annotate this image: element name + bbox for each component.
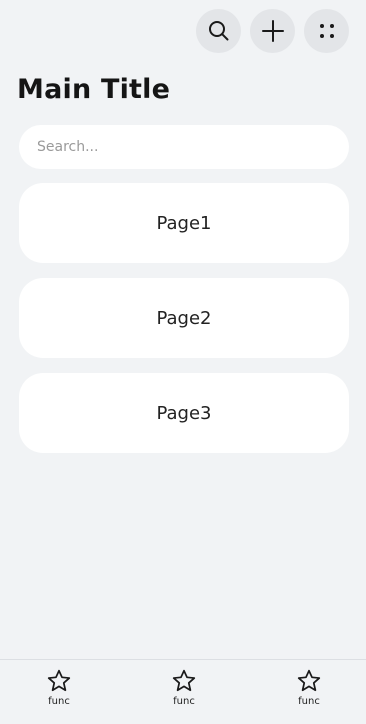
page-card-label: Page2 [156, 307, 212, 329]
top-action-bar [196, 9, 349, 53]
search-input[interactable] [37, 139, 349, 155]
more-button[interactable] [304, 9, 349, 53]
tab-label: func [48, 696, 70, 707]
add-button[interactable] [250, 9, 295, 53]
tab-func-3[interactable]: func [279, 668, 339, 707]
page-card-2[interactable]: Page2 [19, 278, 349, 358]
page-card-1[interactable]: Page1 [19, 183, 349, 263]
page-title: Main Title [17, 74, 171, 105]
tab-label: func [298, 696, 320, 707]
star-icon [172, 669, 196, 692]
tab-func-2[interactable]: func [154, 668, 214, 707]
bottom-tab-bar: func func func [0, 659, 366, 724]
tab-func-1[interactable]: func [29, 668, 89, 707]
star-icon [47, 669, 71, 692]
page-card-label: Page1 [156, 212, 212, 234]
more-icon [319, 24, 334, 38]
page-card-3[interactable]: Page3 [19, 373, 349, 453]
page-card-label: Page3 [156, 402, 212, 424]
tab-label: func [173, 696, 195, 707]
search-icon [208, 21, 228, 41]
page-list: Page1 Page2 Page3 [19, 183, 349, 468]
search-bar[interactable] [19, 125, 349, 169]
search-button[interactable] [196, 9, 241, 53]
star-icon [297, 669, 321, 692]
plus-icon [261, 20, 284, 42]
